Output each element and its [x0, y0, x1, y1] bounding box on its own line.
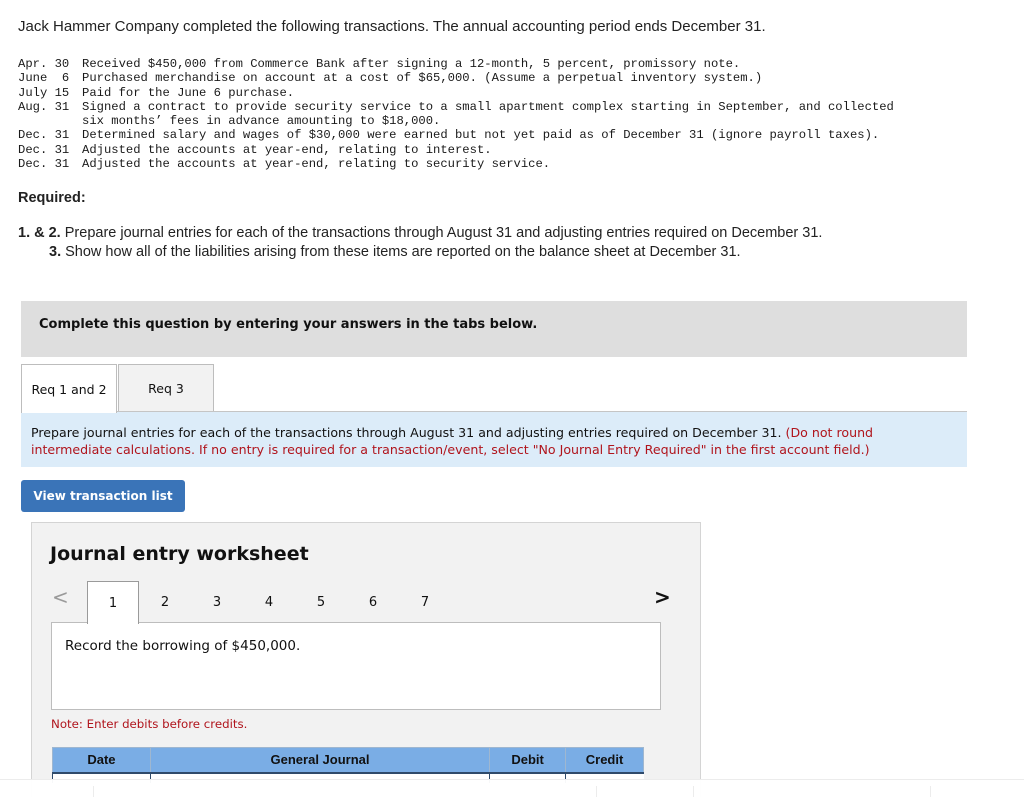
page-3[interactable]: 3 [191, 581, 243, 623]
transaction-description: Signed a contract to provide security se… [82, 99, 894, 129]
complete-question-banner: Complete this question by entering your … [21, 301, 967, 357]
page-2[interactable]: 2 [139, 581, 191, 623]
worksheet-pager: < 1 2 3 4 5 6 7 > [52, 581, 682, 624]
requirement-3: 3. Show how all of the liabilities arisi… [49, 244, 741, 260]
transaction-date: Dec. 31 [18, 128, 70, 143]
page-7[interactable]: 7 [399, 581, 451, 623]
table-header-row: Date General Journal Debit Credit [52, 747, 644, 774]
problem-intro: Jack Hammer Company completed the follow… [18, 18, 766, 35]
column-debit: Debit [489, 747, 567, 774]
page-5[interactable]: 5 [295, 581, 347, 623]
requirement-1-2: 1. & 2. Prepare journal entries for each… [18, 225, 822, 241]
transaction-description: Adjusted the accounts at year-end, relat… [82, 142, 492, 157]
page-6[interactable]: 6 [347, 581, 399, 623]
bottom-overlay-bar [0, 779, 1024, 797]
column-general-journal: General Journal [149, 747, 491, 774]
transaction-date: Apr. 30 [18, 57, 70, 71]
transaction-date: Dec. 31 [18, 142, 70, 157]
transaction-row: Dec. 31 Determined salary and wages of $3… [18, 128, 972, 142]
transaction-row: June 6 Purchased merchandise on account a… [18, 71, 972, 85]
transaction-row: Aug. 31 Signed a contract to provide secu… [18, 100, 972, 129]
instructions-box: Prepare journal entries for each of the … [21, 411, 967, 467]
page-4[interactable]: 4 [243, 581, 295, 623]
entry-prompt: Record the borrowing of $450,000. [51, 622, 661, 710]
divider [930, 786, 931, 797]
transaction-date: June 6 [18, 71, 70, 86]
requirement-number: 3. [49, 244, 62, 260]
transaction-date: Aug. 31 [18, 99, 70, 114]
transaction-row: Dec. 31 Adjusted the accounts at year-end… [18, 143, 972, 157]
requirement-number: 1. & 2. [18, 225, 61, 241]
transaction-description: Paid for the June 6 purchase. [82, 85, 295, 100]
transaction-row: Dec. 31 Adjusted the accounts at year-end… [18, 157, 972, 171]
general-journal-table: Date General Journal Debit Credit [52, 747, 644, 783]
divider [596, 786, 597, 797]
transaction-date: July 15 [18, 85, 70, 100]
worksheet-title: Journal entry worksheet [50, 543, 309, 565]
column-credit: Credit [565, 747, 644, 774]
chevron-left-icon[interactable]: < [52, 585, 69, 609]
divider [693, 786, 694, 797]
transaction-row: Apr. 30 Received $450,000 from Commerce B… [18, 57, 972, 71]
view-transaction-list-button[interactable]: View transaction list [21, 480, 185, 512]
requirement-text: Prepare journal entries for each of the … [64, 225, 823, 241]
transaction-description: Adjusted the accounts at year-end, relat… [82, 157, 551, 172]
tab-req-1-and-2[interactable]: Req 1 and 2 [21, 364, 117, 413]
chevron-right-icon[interactable]: > [654, 585, 671, 609]
transaction-description: Received $450,000 from Commerce Bank aft… [82, 57, 741, 71]
complete-question-text: Complete this question by entering your … [39, 317, 538, 332]
required-heading: Required: [18, 190, 86, 206]
requirement-text: Show how all of the liabilities arising … [65, 244, 741, 260]
requirement-tabs: Req 1 and 2 Req 3 [21, 364, 214, 413]
transaction-date: Dec. 31 [18, 157, 70, 172]
tab-req-3[interactable]: Req 3 [118, 364, 214, 412]
journal-entry-worksheet: Journal entry worksheet < 1 2 3 4 5 6 7 … [31, 522, 701, 797]
instructions-text: Prepare journal entries for each of the … [31, 425, 782, 440]
transaction-description: Purchased merchandise on account at a co… [82, 71, 763, 86]
column-date: Date [52, 747, 151, 774]
transaction-list: Apr. 30 Received $450,000 from Commerce B… [18, 57, 972, 171]
transaction-row: July 15 Paid for the June 6 purchase. [18, 86, 972, 100]
divider [93, 786, 94, 797]
transaction-description: Determined salary and wages of $30,000 w… [82, 128, 880, 143]
page-1[interactable]: 1 [87, 581, 139, 624]
debits-note: Note: Enter debits before credits. [51, 717, 248, 731]
